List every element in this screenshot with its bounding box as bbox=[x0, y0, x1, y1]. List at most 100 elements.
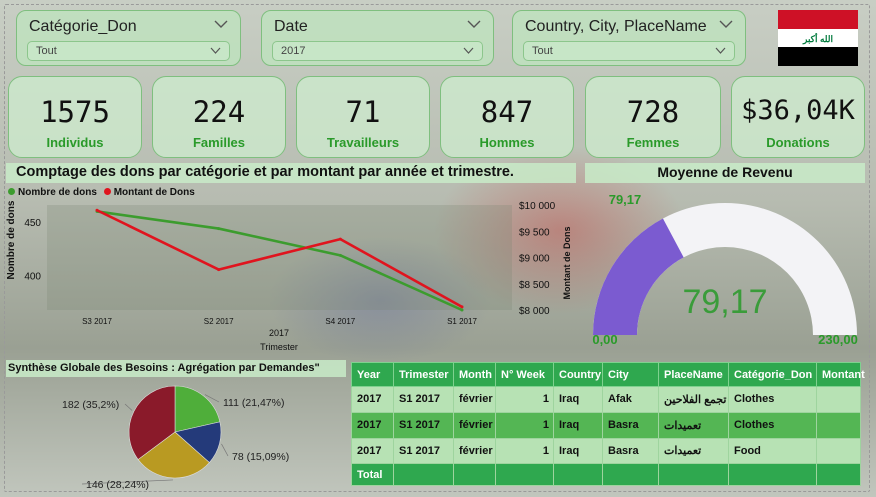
cell-montant bbox=[816, 386, 861, 413]
cell-placename: تجمع الفلاحين bbox=[658, 386, 729, 413]
y2-tick-label: $9 500 bbox=[519, 227, 550, 238]
gauge-max-label: 230,00 bbox=[818, 332, 858, 347]
x-axis-sub-label: 2017 bbox=[269, 328, 289, 338]
kpi-label: Femmes bbox=[626, 135, 680, 150]
series-point bbox=[338, 237, 342, 241]
chevron-down-icon bbox=[715, 47, 726, 54]
cell-month: février bbox=[453, 386, 496, 413]
col-placename-header[interactable]: PlaceName bbox=[658, 362, 729, 387]
series-point bbox=[338, 253, 342, 257]
col-city-header[interactable]: City bbox=[602, 362, 659, 387]
col-trimester-header[interactable]: Trimester bbox=[393, 362, 454, 387]
cell-placename: تعميدات bbox=[658, 437, 729, 465]
pie-slice-label: 111 (21,47%) bbox=[223, 397, 284, 409]
pie-chart-title: Synthèse Globale des Besoins : Agrégatio… bbox=[6, 360, 346, 377]
cell-placename: تعميدات bbox=[658, 411, 729, 439]
cell-year: 2017 bbox=[351, 386, 394, 413]
cell-week: 1 bbox=[495, 437, 554, 465]
chevron-down-icon bbox=[463, 47, 474, 54]
cell-trimester: S1 2017 bbox=[393, 386, 454, 413]
chevron-down-icon[interactable] bbox=[719, 19, 733, 29]
y2-tick-label: $10 000 bbox=[519, 201, 556, 212]
line-chart: 450 400 $10 000 $9 500 $9 000 $8 500 $8 000 S3 … bbox=[6, 200, 572, 352]
cell-week: 1 bbox=[495, 386, 554, 413]
cell-empty bbox=[602, 463, 659, 486]
cell-week: 1 bbox=[495, 411, 554, 439]
cell-month: février bbox=[453, 411, 496, 439]
kpi-value: 71 bbox=[345, 95, 381, 129]
x-axis-label: Trimester bbox=[260, 342, 298, 352]
x-tick-label: S1 2017 bbox=[447, 317, 477, 326]
pie-slice-label: 146 (28,24%) bbox=[86, 479, 149, 491]
slicer-title: Country, City, PlaceName bbox=[525, 18, 707, 35]
kpi-card-travailleurs: 71 Travailleurs bbox=[296, 76, 430, 158]
x-tick-label: S3 2017 bbox=[82, 317, 112, 326]
cell-empty bbox=[495, 463, 554, 486]
cell-montant bbox=[816, 411, 861, 439]
slicer-categorie-don[interactable]: Catégorie_Don Tout bbox=[16, 10, 241, 66]
kpi-label: Donations bbox=[766, 135, 830, 150]
slicer-value: Tout bbox=[36, 45, 57, 57]
kpi-label: Individus bbox=[46, 135, 104, 150]
gauge-min-label: 0,00 bbox=[592, 332, 617, 347]
cell-city: Afak bbox=[602, 386, 659, 413]
cell-year: 2017 bbox=[351, 437, 394, 465]
col-categorie-header[interactable]: Catégorie_Don bbox=[728, 362, 817, 387]
kpi-label: Hommes bbox=[479, 135, 535, 150]
slicer-title: Date bbox=[274, 18, 308, 35]
chevron-down-icon[interactable] bbox=[467, 19, 481, 29]
chevron-down-icon[interactable] bbox=[214, 19, 228, 29]
cell-empty bbox=[553, 463, 603, 486]
flag-emblem-text: الله أكبر bbox=[802, 32, 833, 45]
kpi-value: 728 bbox=[626, 95, 680, 129]
slicer-date[interactable]: Date 2017 bbox=[261, 10, 494, 66]
y-axis-label: Nombre de dons bbox=[6, 200, 17, 279]
cell-categorie: Clothes bbox=[728, 411, 817, 439]
kpi-card-individus: 1575 Individus bbox=[8, 76, 142, 158]
cell-empty bbox=[453, 463, 496, 486]
cell-total-label: Total bbox=[351, 463, 394, 486]
pie-leader-line bbox=[221, 443, 229, 457]
table-row[interactable]: 2017 S1 2017 février 1 Iraq Basra تعميدا… bbox=[351, 437, 861, 465]
gauge-top-label: 79,17 bbox=[609, 192, 642, 207]
slicer-location[interactable]: Country, City, PlaceName Tout bbox=[512, 10, 746, 66]
col-year-header[interactable]: Year bbox=[351, 362, 394, 387]
chevron-down-icon bbox=[210, 47, 221, 54]
cell-city: Basra bbox=[602, 437, 659, 465]
slicer-dropdown[interactable]: 2017 bbox=[272, 41, 483, 61]
kpi-value: $36,04K bbox=[741, 95, 855, 126]
col-month-header[interactable]: Month bbox=[453, 362, 496, 387]
kpi-value: 847 bbox=[480, 95, 534, 129]
cell-country: Iraq bbox=[553, 386, 603, 413]
slicer-dropdown[interactable]: Tout bbox=[27, 41, 230, 61]
col-montant-header[interactable]: Montant bbox=[816, 362, 865, 387]
y2-tick-label: $9 000 bbox=[519, 254, 550, 265]
pie-slice-label: 182 (35,2%) bbox=[62, 399, 119, 411]
table-row[interactable]: 2017 S1 2017 février 1 Iraq Basra تعميدا… bbox=[351, 411, 861, 439]
table-row[interactable]: 2017 S1 2017 février 1 Iraq Afak تجمع ال… bbox=[351, 386, 861, 413]
series-point bbox=[95, 208, 99, 212]
series-point bbox=[460, 305, 464, 309]
slicer-dropdown[interactable]: Tout bbox=[523, 41, 735, 61]
pie-slice-label: 78 (15,09%) bbox=[232, 451, 289, 463]
kpi-label: Travailleurs bbox=[326, 135, 400, 150]
iraq-flag-image: الله أكبر bbox=[778, 10, 858, 66]
kpi-card-hommes: 847 Hommes bbox=[440, 76, 574, 158]
y2-axis-label: Montant de Dons bbox=[562, 227, 572, 300]
gauge-chart: 79,17 79,17 0,00 230,00 bbox=[592, 192, 858, 347]
y2-tick-label: $8 500 bbox=[519, 280, 550, 291]
pie-leader-line bbox=[124, 403, 133, 411]
series-point bbox=[460, 308, 464, 312]
cell-montant bbox=[816, 437, 861, 465]
line-chart-title: Comptage des dons par catégorie et par m… bbox=[6, 163, 576, 183]
col-week-header[interactable]: N° Week bbox=[495, 362, 554, 387]
table-header-row: Year Trimester Month N° Week Country Cit… bbox=[351, 362, 865, 387]
kpi-value: 1575 bbox=[40, 95, 110, 129]
col-country-header[interactable]: Country bbox=[553, 362, 603, 387]
x-tick-label: S4 2017 bbox=[325, 317, 355, 326]
y-tick-label: 400 bbox=[24, 272, 41, 283]
cell-empty bbox=[816, 463, 861, 486]
kpi-card-donations: $36,04K Donations bbox=[731, 76, 865, 158]
cell-empty bbox=[658, 463, 729, 486]
pie-chart: 111 (21,47%) 78 (15,09%) 146 (28,24%) 182 (… bbox=[62, 385, 289, 491]
